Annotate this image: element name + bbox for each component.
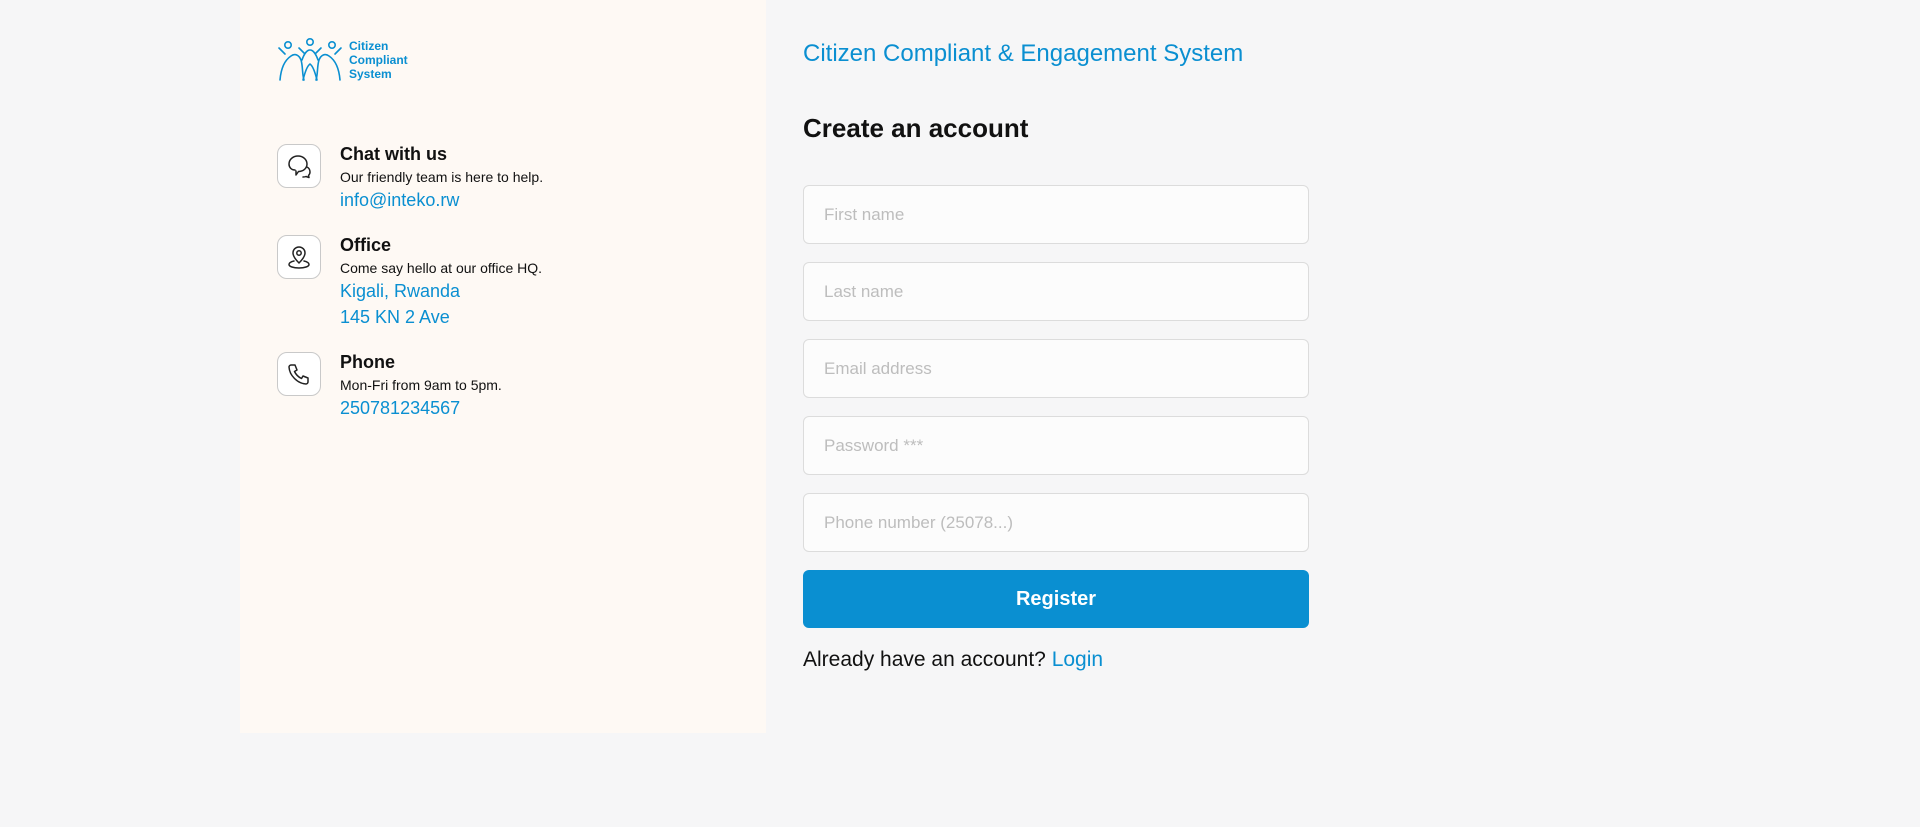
register-button[interactable]: Register <box>803 570 1309 628</box>
email-input[interactable] <box>803 339 1309 398</box>
password-input[interactable] <box>803 416 1309 475</box>
system-title: Citizen Compliant & Engagement System <box>803 40 1244 67</box>
contact-chat: Chat with us Our friendly team is here t… <box>277 144 543 213</box>
contact-office: Office Come say hello at our office HQ. … <box>277 235 542 330</box>
login-link[interactable]: Login <box>1052 648 1103 671</box>
people-group-icon <box>277 36 343 84</box>
phone-link[interactable]: 250781234567 <box>340 395 502 421</box>
contact-title: Chat with us <box>340 144 447 164</box>
logo-text-line: Compliant <box>349 53 408 67</box>
contact-description: Mon-Fri from 9am to 5pm. <box>340 377 502 393</box>
office-address-link[interactable]: 145 KN 2 Ave <box>340 304 542 330</box>
contact-title: Phone <box>340 352 396 372</box>
email-link[interactable]: info@inteko.rw <box>340 187 543 213</box>
phone-icon <box>277 352 321 396</box>
page-title: Create an account <box>803 113 1029 143</box>
login-prompt-row: Already have an account? Login <box>803 648 1103 672</box>
logo: Citizen Compliant System <box>277 36 419 84</box>
login-prompt: Already have an account? <box>803 648 1046 671</box>
contact-panel: Citizen Compliant System Chat with us Ou… <box>240 0 766 733</box>
contact-description: Come say hello at our office HQ. <box>340 260 543 276</box>
chat-bubbles-icon <box>277 144 321 188</box>
first-name-input[interactable] <box>803 185 1309 244</box>
contact-title: Office <box>340 235 392 255</box>
phone-input[interactable] <box>803 493 1309 552</box>
contact-description: Our friendly team is here to help. <box>340 169 544 185</box>
contact-phone: Phone Mon-Fri from 9am to 5pm. 250781234… <box>277 352 502 421</box>
last-name-input[interactable] <box>803 262 1309 321</box>
logo-text-line: Citizen <box>349 39 389 53</box>
office-city-link[interactable]: Kigali, Rwanda <box>340 278 542 304</box>
logo-text: Citizen Compliant System <box>349 39 419 81</box>
map-pin-icon <box>277 235 321 279</box>
logo-text-line: System <box>349 67 392 81</box>
